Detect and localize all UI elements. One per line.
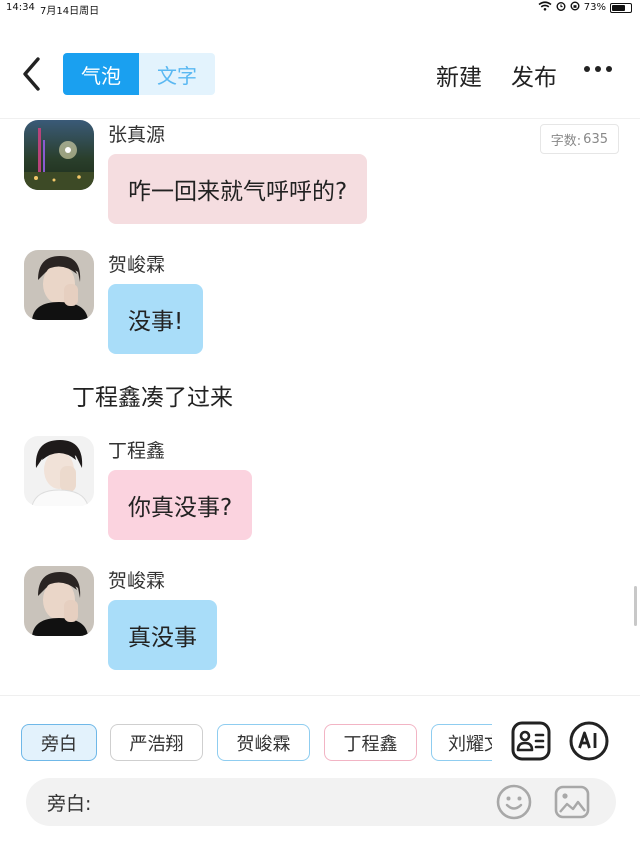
- status-bar: 14:34 7月14日周日 73%: [0, 0, 640, 17]
- scrollbar[interactable]: [634, 586, 637, 626]
- battery-percent: 73%: [583, 2, 606, 13]
- ai-button[interactable]: [568, 720, 610, 762]
- character-chip[interactable]: 旁白: [21, 724, 97, 761]
- wifi-icon: [538, 1, 552, 14]
- rotation-lock-icon: [570, 1, 580, 14]
- avatar[interactable]: [24, 566, 94, 636]
- character-chip[interactable]: 严浩翔: [110, 724, 203, 761]
- character-chips: 旁白 严浩翔 贺峻霖 丁程鑫 刘耀文: [0, 724, 492, 762]
- ai-icon: [569, 721, 609, 761]
- tab-text[interactable]: 文字: [139, 53, 215, 95]
- emoji-button[interactable]: [494, 782, 534, 822]
- tab-bubble[interactable]: 气泡: [63, 53, 139, 95]
- new-button[interactable]: 新建: [436, 58, 482, 92]
- character-chip[interactable]: 贺峻霖: [217, 724, 310, 761]
- word-count-badge: 字数: 635: [539, 124, 619, 154]
- image-button[interactable]: [552, 782, 592, 822]
- message-bubble[interactable]: 你真没事?: [108, 470, 253, 540]
- message-bubble[interactable]: 没事!: [108, 284, 204, 354]
- word-count-label: 字数:: [550, 133, 582, 149]
- status-time: 14:34: [6, 2, 35, 13]
- word-count-value: 635: [583, 131, 608, 147]
- input-bar: 旁白:: [26, 778, 616, 826]
- header: 气泡 文字 新建 发布: [0, 40, 640, 110]
- message-bubble[interactable]: 真没事: [108, 600, 217, 670]
- message-bubble[interactable]: 咋一回来就气呼呼的?: [108, 154, 368, 224]
- character-chip[interactable]: 刘耀文: [431, 724, 492, 761]
- avatar[interactable]: [24, 120, 94, 190]
- image-icon: [554, 785, 590, 819]
- header-divider: [0, 118, 640, 119]
- status-date: 7月14日周日: [40, 6, 100, 17]
- message-input[interactable]: [114, 788, 494, 816]
- sender-name: 贺峻霖: [108, 254, 166, 276]
- sender-name: 贺峻霖: [108, 570, 166, 592]
- battery-fill: [612, 4, 626, 11]
- contact-card-icon: [511, 721, 551, 761]
- alarm-icon: [556, 1, 566, 14]
- back-button[interactable]: [18, 54, 48, 94]
- publish-button[interactable]: 发布: [511, 58, 557, 92]
- input-prefix: 旁白:: [47, 793, 92, 815]
- more-horizontal-icon: [584, 66, 590, 72]
- avatar[interactable]: [24, 250, 94, 320]
- contact-card-button[interactable]: [510, 720, 552, 762]
- more-button[interactable]: [584, 66, 612, 72]
- character-chip[interactable]: 丁程鑫: [324, 724, 417, 761]
- avatar[interactable]: [24, 436, 94, 506]
- chevron-left-icon: [23, 57, 40, 91]
- status-right: 73%: [538, 1, 632, 14]
- battery-icon: [610, 2, 632, 13]
- mode-switch: 气泡 文字: [63, 53, 215, 95]
- bottom-panel: 旁白 严浩翔 贺峻霖 丁程鑫 刘耀文 旁白:: [0, 695, 640, 853]
- narration-text[interactable]: 丁程鑫凑了过来: [72, 378, 233, 412]
- emoji-icon: [496, 784, 532, 820]
- sender-name: 张真源: [108, 124, 166, 146]
- sender-name: 丁程鑫: [108, 440, 166, 462]
